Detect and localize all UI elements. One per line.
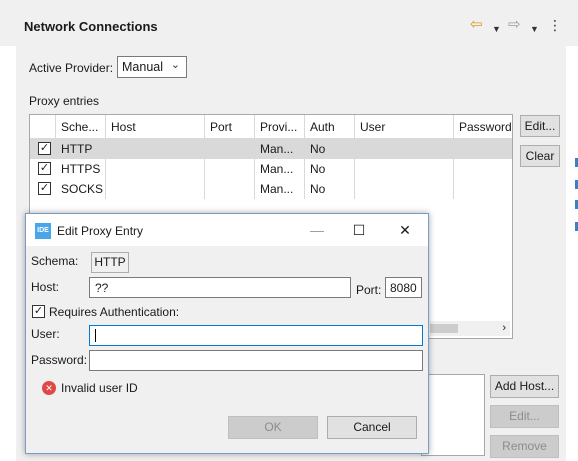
password-input[interactable] [89, 350, 423, 371]
cell-schema: HTTPS [56, 159, 106, 179]
cell-password [454, 159, 512, 179]
clear-proxy-button[interactable]: Clear [520, 145, 560, 167]
edit-proxy-button[interactable]: Edit... [520, 115, 560, 137]
scrollbar-thumb[interactable] [430, 324, 458, 333]
column-header-provider[interactable]: Provi... [255, 115, 305, 139]
port-input[interactable]: 8080 [385, 277, 422, 298]
cell-provider: Man... [255, 179, 305, 199]
chevron-right-icon[interactable]: › [502, 321, 506, 336]
back-dropdown-icon[interactable]: ▼ [492, 20, 501, 38]
edit-host-button: Edit... [490, 405, 559, 428]
cell-auth: No [305, 159, 355, 179]
table-row[interactable]: ✓ HTTPS Man... No [30, 159, 512, 179]
forward-dropdown-icon[interactable]: ▼ [530, 20, 539, 38]
cell-provider: Man... [255, 159, 305, 179]
error-icon: ✕ [42, 381, 56, 395]
back-arrow-icon[interactable]: ⇦ [470, 16, 483, 34]
column-header-schema[interactable]: Sche... [56, 115, 106, 139]
cancel-button[interactable]: Cancel [327, 416, 417, 439]
cell-password [454, 139, 512, 159]
chevron-down-icon: ⌄ [170, 59, 180, 71]
port-label: Port: [356, 283, 382, 297]
edit-proxy-entry-dialog: IDE Edit Proxy Entry — ☐ ✕ Schema: HTTP … [25, 213, 429, 454]
requires-auth-checkbox[interactable]: ✓ [32, 305, 45, 318]
row-checkbox[interactable]: ✓ [38, 162, 51, 175]
active-provider-select[interactable]: Manual ⌄ [117, 56, 187, 78]
cell-password [454, 179, 512, 199]
cell-schema: HTTP [56, 139, 106, 159]
add-host-button[interactable]: Add Host... [490, 375, 559, 398]
table-row[interactable]: ✓ SOCKS Man... No [30, 179, 512, 199]
active-provider-value: Manual [122, 60, 163, 74]
cell-user [355, 159, 454, 179]
user-label: User: [31, 327, 60, 341]
vertical-dots-icon[interactable]: ⋮ [548, 16, 562, 34]
column-header-host[interactable]: Host [106, 115, 205, 139]
column-header-password[interactable]: Password [454, 115, 512, 139]
column-header-user[interactable]: User [355, 115, 454, 139]
cell-port [205, 179, 255, 199]
password-label: Password: [31, 353, 88, 367]
cell-auth: No [305, 139, 355, 159]
maximize-icon[interactable]: ☐ [349, 221, 369, 239]
minimize-icon[interactable]: — [307, 221, 327, 239]
right-edge-strip [566, 46, 578, 461]
requires-auth-label: Requires Authentication: [49, 305, 180, 319]
host-label: Host: [31, 280, 60, 294]
error-message: Invalid user ID [61, 381, 138, 395]
cell-host [106, 179, 205, 199]
cell-user [355, 139, 454, 159]
dialog-titlebar[interactable]: IDE Edit Proxy Entry — ☐ ✕ [26, 214, 428, 246]
host-input[interactable]: ?? [89, 277, 351, 298]
row-checkbox[interactable]: ✓ [38, 182, 51, 195]
ide-logo-icon: IDE [35, 223, 51, 239]
table-horizontal-scrollbar[interactable]: › [430, 321, 510, 336]
cell-host [106, 159, 205, 179]
ok-button: OK [228, 416, 318, 439]
column-header-port[interactable]: Port [205, 115, 255, 139]
active-provider-label: Active Provider: [29, 61, 114, 75]
close-icon[interactable]: ✕ [395, 221, 415, 239]
table-row[interactable]: ✓ HTTP Man... No [30, 139, 512, 159]
proxy-entries-label: Proxy entries [29, 94, 100, 108]
remove-host-button: Remove [490, 435, 559, 458]
cell-user [355, 179, 454, 199]
cell-schema: SOCKS [56, 179, 106, 199]
forward-arrow-icon[interactable]: ⇨ [508, 16, 521, 34]
cell-host [106, 139, 205, 159]
cell-provider: Man... [255, 139, 305, 159]
cell-port [205, 139, 255, 159]
cell-port [205, 159, 255, 179]
user-input[interactable] [89, 325, 423, 346]
row-checkbox[interactable]: ✓ [38, 142, 51, 155]
schema-value: HTTP [91, 252, 129, 273]
text-caret [95, 329, 96, 342]
schema-label: Schema: [31, 254, 79, 268]
table-header-check [30, 115, 56, 139]
column-header-auth[interactable]: Auth [305, 115, 355, 139]
dialog-title: Edit Proxy Entry [57, 224, 144, 238]
view-title: Network Connections [24, 19, 158, 34]
proxy-bypass-list[interactable] [421, 374, 485, 456]
cell-auth: No [305, 179, 355, 199]
